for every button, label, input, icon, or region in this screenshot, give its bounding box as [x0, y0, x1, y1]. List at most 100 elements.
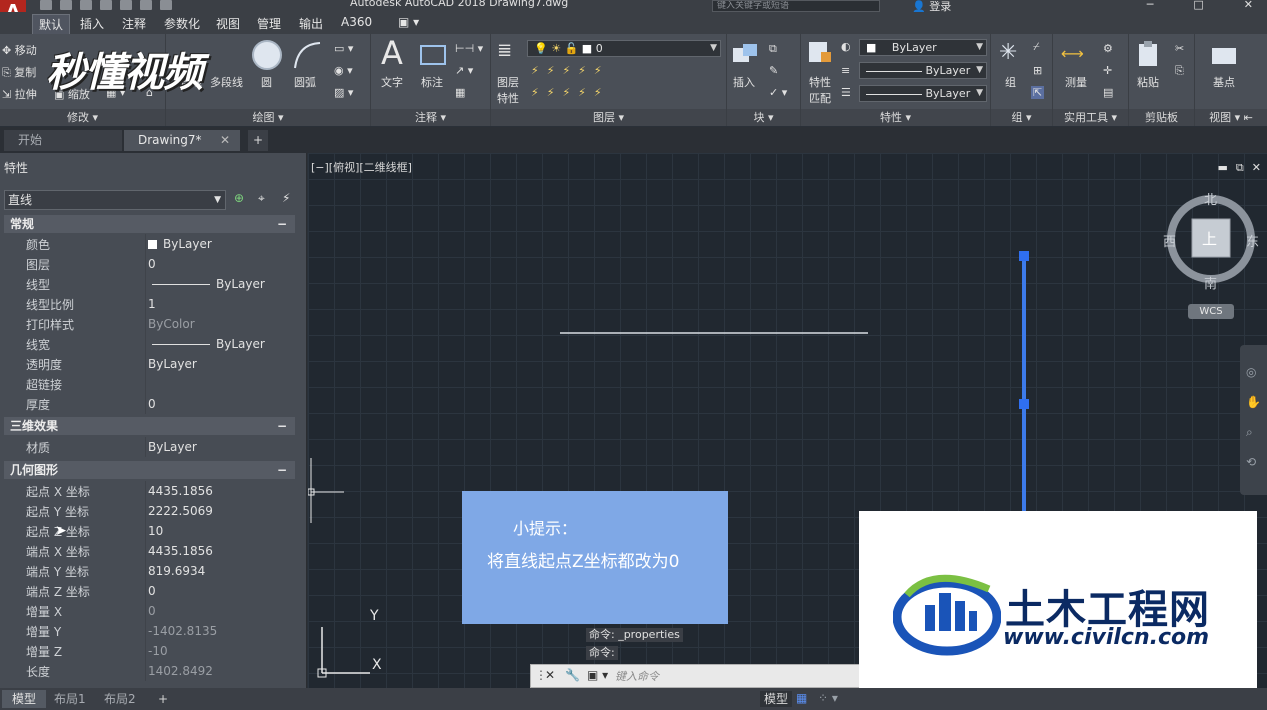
open-icon[interactable] [60, 0, 72, 10]
copy-button[interactable]: ⎘ 复制 [2, 64, 36, 80]
viewcube-top-label[interactable]: 上 [1202, 228, 1217, 249]
close-command-icon[interactable]: ✕ [545, 668, 555, 682]
linetype-dropdown[interactable]: ByLayer ▼ [859, 62, 987, 79]
cut-icon[interactable]: ✂ [1175, 42, 1184, 55]
prop-row-thickness[interactable]: 厚度 0 [4, 394, 295, 414]
panel-groups-title[interactable]: 组 ▾ [991, 109, 1052, 126]
lineweight-dropdown[interactable]: ByLayer ▼ [859, 85, 987, 102]
edit-block-icon[interactable]: ✎ [769, 64, 778, 77]
calculator-icon[interactable]: ▤ [1103, 86, 1113, 99]
save-as-icon[interactable] [100, 0, 112, 10]
prop-row-end-x[interactable]: 端点 X 坐标 4435.1856 [4, 541, 295, 561]
id-point-icon[interactable]: ✛ [1103, 64, 1112, 77]
prop-row-color[interactable]: 颜色 ByLayer [4, 234, 295, 254]
select-objects-icon[interactable]: ⌖ [258, 191, 274, 207]
prop-row-delta-z[interactable]: 增量 Z -10 [4, 641, 295, 661]
tab-insert[interactable]: 插入 [80, 15, 104, 32]
panel-layers-title[interactable]: 图层 ▾ [491, 109, 726, 126]
prop-row-transparency[interactable]: 透明度 ByLayer [4, 354, 295, 374]
rectangle-icon[interactable]: ▭ ▾ [334, 42, 353, 55]
color-dropdown[interactable]: ■ ByLayer ▼ [859, 39, 987, 56]
prop-row-linetype-scale[interactable]: 线型比例 1 [4, 294, 295, 314]
move-button[interactable]: ✥ 移动 [2, 42, 37, 58]
prop-row-start-y[interactable]: 起点 Y 坐标 2222.5069 [4, 501, 295, 521]
layout-tab-layout1[interactable]: 布局1 [44, 690, 96, 708]
group-edit-icon[interactable]: ⊞ [1033, 64, 1042, 77]
paste-button[interactable]: 粘贴 [1137, 74, 1159, 90]
command-line[interactable]: ⋮ ✕ 🔧 ▣ ▾ 键入命令 [530, 664, 860, 688]
save-icon[interactable] [80, 0, 92, 10]
dimension-button[interactable]: 标注 [421, 74, 443, 90]
close-tab-icon[interactable]: ✕ [220, 130, 230, 151]
arc-icon[interactable] [292, 40, 322, 70]
base-view-icon[interactable] [1211, 44, 1237, 66]
panel-annotation-title[interactable]: 注释 ▾ [371, 109, 490, 126]
group-icon[interactable]: ✳ [999, 40, 1017, 65]
command-input[interactable]: 键入命令 [615, 668, 659, 684]
prop-row-end-z[interactable]: 端点 Z 坐标 0 [4, 581, 295, 601]
panel-draw-title[interactable]: 绘图 ▾ [166, 109, 370, 126]
section-3d-effects[interactable]: 三维效果 − [4, 417, 295, 435]
maximize-icon[interactable]: □ [1193, 0, 1203, 11]
base-view-button[interactable]: 基点 [1213, 74, 1235, 90]
undo-icon[interactable] [140, 0, 152, 10]
leader-icon[interactable]: ↗ ▾ [455, 64, 473, 77]
print-icon[interactable] [120, 0, 132, 10]
color-wheel-icon[interactable]: ◐ [841, 40, 851, 53]
text-button[interactable]: 文字 [381, 74, 403, 90]
grip-start[interactable] [1019, 251, 1029, 261]
prop-row-delta-y[interactable]: 增量 Y -1402.8135 [4, 621, 295, 641]
polyline-button[interactable]: 多段线 [210, 74, 243, 90]
layout-tab-layout2[interactable]: 布局2 [94, 690, 146, 708]
panel-modify-title[interactable]: 修改 ▾ [0, 109, 165, 126]
prop-row-plot-style[interactable]: 打印样式 ByColor [4, 314, 295, 334]
wcs-menu[interactable]: WCS [1188, 304, 1234, 319]
new-tab-button[interactable]: + [248, 130, 268, 151]
stretch-button[interactable]: ⇲ 拉伸 [2, 86, 37, 102]
file-tab-drawing[interactable]: Drawing7* ✕ [124, 130, 240, 151]
match-properties-icon[interactable] [807, 40, 833, 66]
linear-dim-icon[interactable]: ⊢⊣ ▾ [455, 42, 483, 55]
customize-icon[interactable]: 🔧 [565, 668, 580, 682]
close-icon[interactable]: ✕ [1244, 0, 1253, 11]
layer-tools-row2-icons[interactable]: ⚡⚡⚡⚡⚡ [531, 86, 610, 99]
prop-row-delta-x[interactable]: 增量 X 0 [4, 601, 295, 621]
arc-button[interactable]: 圆弧 [294, 74, 316, 90]
lineweight-icon[interactable]: ☰ [841, 86, 851, 99]
tab-output[interactable]: 输出 [299, 15, 323, 32]
prop-row-start-z[interactable]: 起点 Z 坐标 10 [4, 521, 295, 541]
paste-icon[interactable] [1137, 40, 1161, 68]
orbit-icon[interactable]: ⟲ [1246, 455, 1256, 469]
layout-tab-model[interactable]: 模型 [2, 690, 47, 708]
tab-parametric[interactable]: 参数化 [164, 15, 200, 32]
pan-icon[interactable]: ✋ [1246, 395, 1261, 409]
layer-props-label-1[interactable]: 图层 [497, 74, 519, 90]
tab-manage[interactable]: 管理 [257, 15, 281, 32]
prop-row-end-y[interactable]: 端点 Y 坐标 819.6934 [4, 561, 295, 581]
add-layout-button[interactable]: + [148, 690, 178, 708]
minimize-icon[interactable]: ─ [1147, 0, 1154, 11]
recent-commands-icon[interactable]: ▣ ▾ [587, 668, 608, 682]
panel-view-title[interactable]: 视图 ▾ ⇤ [1195, 109, 1267, 126]
measure-button[interactable]: 测量 [1065, 74, 1087, 90]
layer-properties-icon[interactable]: ≣ [497, 40, 512, 61]
create-block-icon[interactable]: ⧉ [769, 42, 777, 56]
insert-block-icon[interactable] [731, 42, 761, 70]
prop-row-lineweight[interactable]: 线宽 ByLayer [4, 334, 295, 354]
quick-select-icon[interactable]: ⚡ [282, 191, 298, 207]
search-input[interactable]: 键入关键字或短语 [712, 0, 880, 12]
grip-mid[interactable] [1019, 399, 1029, 409]
prop-row-hyperlink[interactable]: 超链接 [4, 374, 295, 394]
tab-annotate[interactable]: 注释 [122, 15, 146, 32]
text-icon[interactable]: A [381, 34, 403, 72]
section-general[interactable]: 常规 − [4, 215, 295, 233]
panel-clipboard-title[interactable]: 剪贴板 [1129, 109, 1194, 126]
gradient-icon[interactable]: ▨ ▾ [334, 86, 353, 99]
tab-view[interactable]: 视图 [216, 15, 240, 32]
steering-wheel-icon[interactable]: ◎ [1246, 365, 1256, 379]
group-button[interactable]: 组 [1005, 74, 1016, 90]
object-type-select[interactable]: 直线 ▼ [4, 190, 226, 210]
quick-select-icon[interactable]: ⚙ [1103, 42, 1113, 55]
tab-home[interactable]: 默认 [32, 14, 71, 34]
layer-dropdown[interactable]: 💡 ☀ 🔓 ■ 0 ▼ [527, 40, 721, 57]
